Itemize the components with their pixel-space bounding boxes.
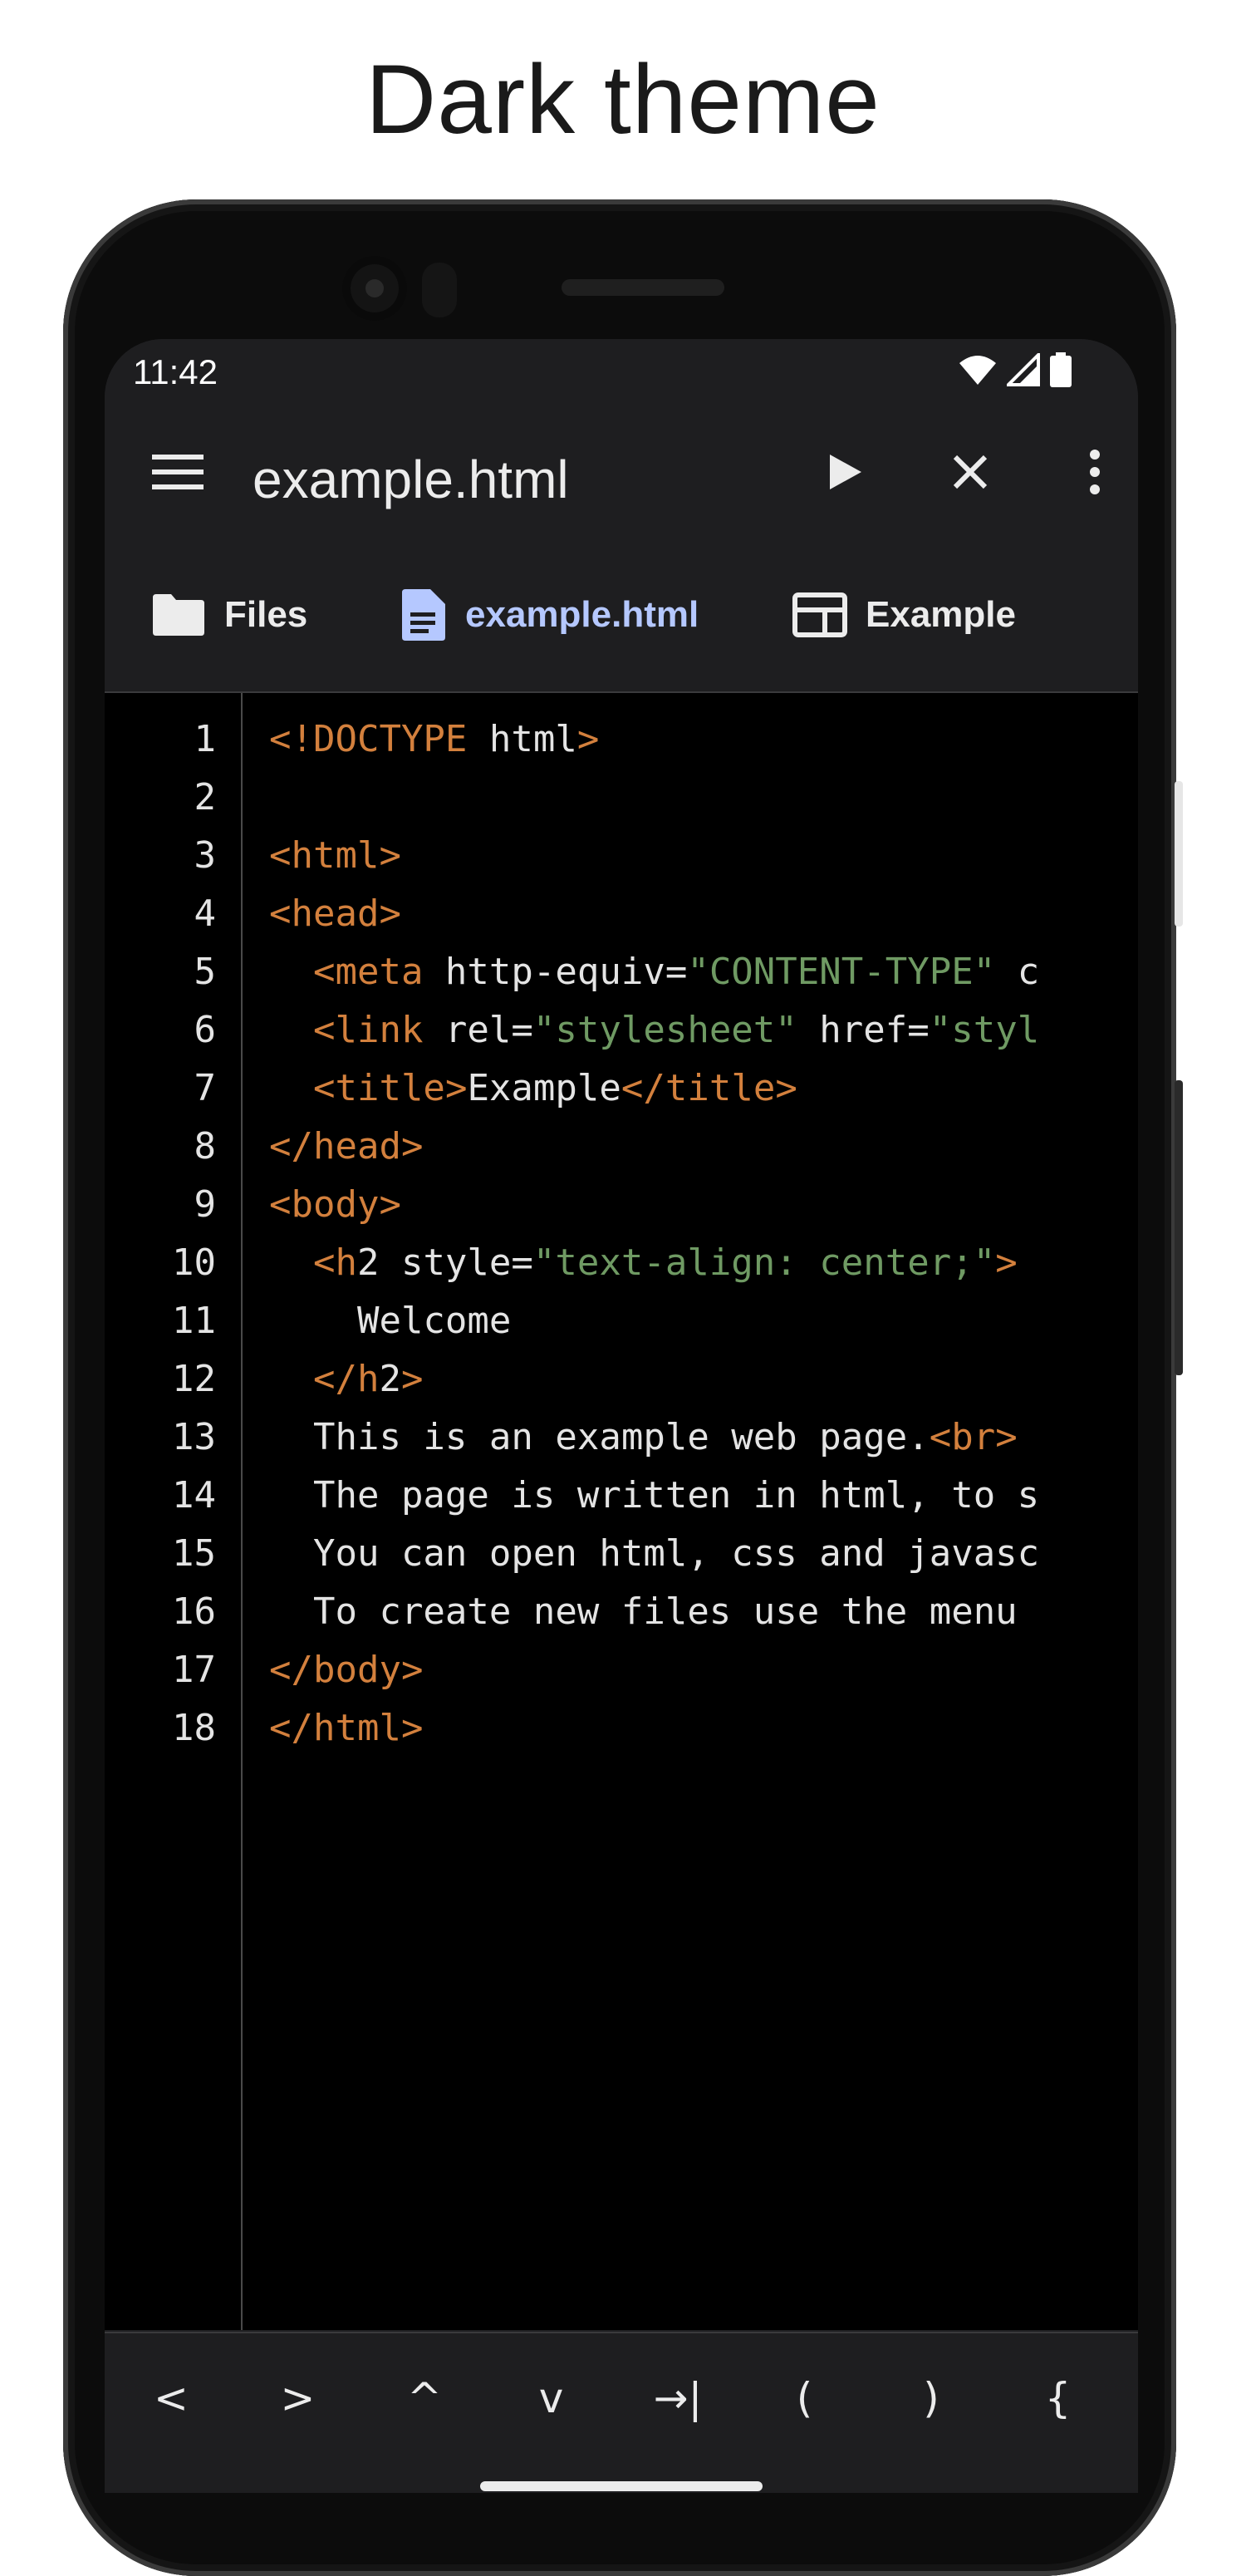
line-number: 16 (172, 1590, 216, 1633)
code-line[interactable]: 10 <h2 style="text-align: center;"> (105, 1235, 1138, 1290)
key-tab[interactable]: →| (615, 2333, 741, 2463)
code-text[interactable]: <meta http-equiv="CONTENT-TYPE" c (269, 944, 1039, 1000)
code-text[interactable]: </head> (269, 1118, 423, 1174)
code-text[interactable]: <title>Example</title> (269, 1060, 797, 1116)
line-number: 1 (194, 718, 217, 760)
folder-icon (153, 594, 204, 636)
code-line[interactable]: 18 </html> (105, 1700, 1138, 1756)
code-text[interactable]: <body> (269, 1177, 401, 1232)
front-camera (342, 256, 407, 321)
line-number: 6 (194, 1009, 217, 1051)
code-text[interactable]: <h2 style="text-align: center;"> (269, 1235, 1018, 1290)
code-line[interactable]: 5 <meta http-equiv="CONTENT-TYPE" c (105, 944, 1138, 1000)
line-number: 2 (194, 776, 217, 819)
code-text[interactable]: The page is written in html, to s (269, 1467, 1039, 1523)
phone-volume-button (1175, 1080, 1183, 1375)
navigation-bar (105, 2461, 1138, 2493)
wifi-icon (959, 356, 996, 385)
status-clock: 11:42 (133, 352, 218, 391)
code-text[interactable]: Welcome (269, 1293, 511, 1349)
code-line[interactable]: 16 To create new files use the menu (105, 1584, 1138, 1639)
code-line[interactable]: 14 The page is written in html, to s (105, 1467, 1138, 1523)
more-vertical-icon (1090, 450, 1100, 494)
tab-files-label: Files (224, 594, 308, 635)
hamburger-menu-icon (152, 455, 204, 489)
battery-icon (1050, 352, 1072, 387)
proximity-sensor (422, 263, 457, 317)
line-number: 12 (172, 1358, 216, 1400)
status-bar: 11:42 (105, 339, 1138, 406)
extra-keys-bar: < > ^ v →|(){ (105, 2332, 1138, 2463)
document-icon (402, 589, 445, 641)
key-left-arrow[interactable]: < (108, 2333, 234, 2463)
tab-example-preview-label: Example (866, 594, 1016, 635)
code-text[interactable]: </html> (269, 1700, 423, 1756)
more-options-button[interactable] (1062, 439, 1128, 505)
line-number: 11 (172, 1300, 216, 1342)
key-open-brace[interactable]: { (995, 2333, 1121, 2463)
code-line[interactable]: 12 </h2> (105, 1351, 1138, 1407)
play-icon (830, 455, 861, 489)
code-line[interactable]: 13 This is an example web page.<br> (105, 1409, 1138, 1465)
close-file-button[interactable] (937, 439, 1003, 505)
code-text[interactable]: This is an example web page.<br> (269, 1409, 1018, 1465)
earpiece-speaker (562, 279, 724, 296)
code-line[interactable]: 3 <html> (105, 828, 1138, 883)
code-editor[interactable]: 1 <!DOCTYPE html> 2 3 <html> 4 <head> 5 <meta h… (105, 693, 1138, 2330)
tab-bar: Files example.html Example (105, 538, 1138, 693)
app-toolbar: example.html (105, 406, 1138, 538)
line-number: 8 (194, 1125, 217, 1168)
phone-side-button (1175, 781, 1183, 927)
line-number: 18 (172, 1707, 216, 1749)
line-number: 15 (172, 1532, 216, 1575)
tab-example-html-label: example.html (465, 594, 699, 635)
line-number: 13 (172, 1416, 216, 1458)
line-number: 7 (194, 1067, 217, 1109)
code-line[interactable]: 4 <head> (105, 886, 1138, 941)
code-line[interactable]: 8 </head> (105, 1118, 1138, 1174)
status-icons (959, 352, 1072, 387)
page-headline: Dark theme (365, 45, 881, 155)
code-line[interactable]: 11 Welcome (105, 1293, 1138, 1349)
code-text[interactable]: <html> (269, 828, 401, 883)
close-icon (953, 455, 988, 489)
key-close-paren[interactable]: ) (868, 2333, 994, 2463)
code-line[interactable]: 15 You can open html, css and javasc (105, 1526, 1138, 1581)
key-down-arrow[interactable]: v (488, 2333, 615, 2463)
code-text[interactable]: </body> (269, 1642, 423, 1698)
cell-signal-icon (1007, 353, 1040, 386)
key-right-arrow[interactable]: > (235, 2333, 361, 2463)
menu-button[interactable] (145, 439, 211, 505)
code-line[interactable]: 7 <title>Example</title> (105, 1060, 1138, 1116)
line-number: 17 (172, 1649, 216, 1691)
code-text[interactable]: </h2> (269, 1351, 423, 1407)
tab-files[interactable]: Files (151, 538, 307, 691)
line-number: 5 (194, 951, 217, 993)
app-title: example.html (253, 450, 569, 509)
phone-screen: 11:42 example.html Files example.html Ex… (105, 339, 1138, 2493)
line-number: 9 (194, 1183, 217, 1226)
code-text[interactable]: To create new files use the menu (269, 1584, 1018, 1639)
tab-example-html[interactable]: example.html (400, 538, 699, 691)
code-text[interactable]: <!DOCTYPE html> (269, 711, 599, 767)
code-text[interactable]: <head> (269, 886, 401, 941)
line-number: 14 (172, 1474, 216, 1517)
code-line[interactable]: 6 <link rel="stylesheet" href="styl (105, 1002, 1138, 1058)
code-line[interactable]: 1 <!DOCTYPE html> (105, 711, 1138, 767)
code-line[interactable]: 9 <body> (105, 1177, 1138, 1232)
home-gesture-pill[interactable] (480, 2481, 763, 2491)
key-open-paren[interactable]: ( (742, 2333, 868, 2463)
tab-example-preview[interactable]: Example (792, 538, 1016, 691)
line-number: 10 (172, 1241, 216, 1284)
code-line[interactable]: 17 </body> (105, 1642, 1138, 1698)
run-button[interactable] (812, 439, 879, 505)
key-up-arrow[interactable]: ^ (361, 2333, 488, 2463)
preview-icon (792, 592, 847, 637)
code-line[interactable]: 2 (105, 769, 1138, 825)
code-text[interactable]: <link rel="stylesheet" href="styl (269, 1002, 1039, 1058)
line-number: 4 (194, 892, 217, 935)
line-number: 3 (194, 834, 217, 877)
code-text[interactable]: You can open html, css and javasc (269, 1526, 1039, 1581)
